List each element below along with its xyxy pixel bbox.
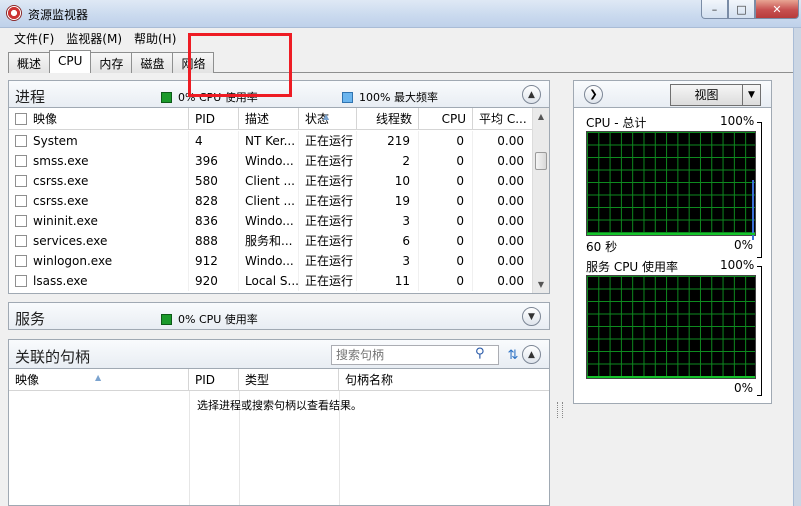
processes-rows: System 4 NT Ker... 正在运行 219 0 0.00 smss.exe 396… [9, 131, 533, 291]
resource-monitor-icon [6, 5, 22, 21]
splitter-grip-icon [557, 402, 563, 418]
handles-table: 映像 ▲ PID 类型 句柄名称 选择进程或搜索句柄以查看结果。 [8, 369, 550, 506]
row-checkbox[interactable] [15, 235, 27, 247]
cpu-total-time: 60 秒 [586, 240, 618, 254]
search-icon[interactable]: ⚲ [475, 346, 485, 361]
handles-empty-message: 选择进程或搜索句柄以查看结果。 [197, 399, 362, 412]
service-cpu-graph [586, 275, 756, 379]
col-avg-cpu[interactable]: 平均 C... [473, 108, 533, 130]
scroll-up-icon[interactable]: ▲ [533, 108, 549, 125]
row-checkbox[interactable] [15, 155, 27, 167]
tab-strip: 概述 CPU 内存 磁盘 网络 [8, 50, 215, 73]
handles-collapse-icon[interactable]: ▲ [522, 345, 541, 364]
tab-disk[interactable]: 磁盘 [131, 52, 174, 73]
col-handle-name[interactable]: 句柄名称 [339, 369, 549, 391]
search-handles-input[interactable] [331, 345, 499, 365]
service-cpu-label: 服务 CPU 使用率 [586, 260, 679, 274]
row-checkbox[interactable] [15, 175, 27, 187]
tab-cpu[interactable]: CPU [49, 50, 92, 73]
handles-table-header: 映像 ▲ PID 类型 句柄名称 [9, 369, 549, 391]
cpu-total-graph [586, 131, 756, 240]
col-status[interactable]: 状态 ▲ [299, 108, 357, 130]
minimize-button[interactable]: – [701, 0, 728, 19]
select-all-checkbox[interactable] [15, 113, 27, 125]
col-image[interactable]: 映像 [9, 108, 189, 130]
service-cpu-max: 100% [720, 258, 755, 272]
window-controls: – □ ✕ [701, 0, 799, 20]
menu-help[interactable]: 帮助(H) [128, 28, 182, 48]
graph-pane-body: CPU - 总计 100% 60 秒 0% 服务 CPU 使用率 100% 0% [573, 108, 772, 404]
processes-title: 进程 [15, 88, 46, 106]
window-right-edge [793, 28, 801, 506]
view-button[interactable]: 视图 ▼ [670, 84, 761, 106]
services-title: 服务 [15, 310, 46, 328]
pane-splitter[interactable] [553, 80, 567, 506]
title-bar: 资源监视器 – □ ✕ [0, 0, 801, 28]
window-title: 资源监视器 [28, 8, 89, 22]
view-dropdown-icon[interactable]: ▼ [743, 85, 760, 105]
table-row[interactable]: System 4 NT Ker... 正在运行 219 0 0.00 [9, 131, 533, 151]
graph-pane-header: ❯ 视图 ▼ [573, 80, 772, 108]
processes-collapse-icon[interactable]: ▲ [522, 85, 541, 104]
cpu-frequency-line [752, 180, 754, 240]
scroll-down-icon[interactable]: ▼ [533, 276, 549, 293]
service-cpu-usage-line [587, 376, 755, 378]
services-cpu-legend-text: 0% CPU 使用率 [178, 313, 258, 326]
col-handle-type[interactable]: 类型 [239, 369, 339, 391]
expand-graph-pane-icon[interactable]: ❯ [584, 85, 603, 104]
service-cpu-min: 0% [734, 381, 754, 395]
menu-file[interactable]: 文件(F) [8, 28, 60, 48]
table-row[interactable]: winlogon.exe 912 Windo... 正在运行 3 0 0.00 [9, 251, 533, 271]
table-row[interactable]: services.exe 888 服务和... 正在运行 6 0 0.00 [9, 231, 533, 251]
cpu-usage-line [587, 233, 755, 235]
view-button-label: 视图 [671, 85, 743, 105]
row-checkbox[interactable] [15, 135, 27, 147]
handles-title: 关联的句柄 [15, 348, 91, 366]
tab-overview[interactable]: 概述 [8, 52, 51, 73]
services-expand-icon[interactable]: ▼ [522, 307, 541, 326]
sort-arrow-icon: ▲ [323, 112, 330, 121]
table-row[interactable]: smss.exe 396 Windo... 正在运行 2 0 0.00 [9, 151, 533, 171]
table-row[interactable]: csrss.exe 580 Client ... 正在运行 10 0 0.00 [9, 171, 533, 191]
maximize-button[interactable]: □ [728, 0, 755, 19]
table-row[interactable]: csrss.exe 828 Client ... 正在运行 19 0 0.00 [9, 191, 533, 211]
cpu-total-max: 100% [720, 114, 755, 128]
col-pid[interactable]: PID [189, 108, 239, 130]
close-button[interactable]: ✕ [755, 0, 799, 19]
row-checkbox[interactable] [15, 275, 27, 287]
table-row[interactable]: lsass.exe 920 Local S... 正在运行 11 0 0.00 [9, 271, 533, 291]
processes-scrollbar[interactable]: ▲ ▼ [532, 108, 549, 293]
cpu-total-min: 0% [734, 238, 754, 252]
col-cpu[interactable]: CPU [419, 108, 473, 130]
scroll-thumb[interactable] [535, 152, 547, 170]
max-frequency-swatch [342, 91, 353, 103]
services-cpu-legend: 0% CPU 使用率 [161, 311, 258, 327]
row-checkbox[interactable] [15, 215, 27, 227]
sort-arrow-icon: ▲ [95, 373, 102, 382]
processes-table: 映像 PID 描述 状态 ▲ 线程数 CPU 平均 C... System 4 NT … [8, 108, 550, 294]
annotation-highlight [188, 33, 292, 97]
processes-freq-legend-text: 100% 最大频率 [359, 91, 438, 104]
processes-table-header: 映像 PID 描述 状态 ▲ 线程数 CPU 平均 C... [9, 108, 533, 130]
menu-monitor[interactable]: 监视器(M) [60, 28, 128, 48]
handles-header[interactable]: 关联的句柄 ⚲ ⇅ ▲ [8, 339, 550, 369]
services-header[interactable]: 服务 0% CPU 使用率 ▼ [8, 302, 550, 330]
refresh-icon[interactable]: ⇅ [503, 345, 523, 365]
cpu-total-label: CPU - 总计 [586, 116, 647, 130]
cpu-usage-swatch [161, 91, 172, 103]
menu-bar: 文件(F) 监视器(M) 帮助(H) [0, 28, 801, 48]
row-checkbox[interactable] [15, 195, 27, 207]
col-threads[interactable]: 线程数 [357, 108, 419, 130]
col-handle-image[interactable]: 映像 ▲ [9, 369, 189, 391]
table-row[interactable]: wininit.exe 836 Windo... 正在运行 3 0 0.00 [9, 211, 533, 231]
cpu-usage-swatch [161, 313, 172, 325]
row-checkbox[interactable] [15, 255, 27, 267]
processes-freq-legend: 100% 最大频率 [342, 89, 438, 105]
left-pane: 进程 0% CPU 使用率 100% 最大频率 ▲ 映像 PID 描述 状态 ▲ … [8, 80, 550, 506]
col-handle-pid[interactable]: PID [189, 369, 239, 391]
right-pane: ❯ 视图 ▼ CPU - 总计 100% 60 秒 0% 服务 CPU 使用率 … [573, 80, 772, 404]
tab-memory[interactable]: 内存 [90, 52, 133, 73]
col-description[interactable]: 描述 [239, 108, 299, 130]
